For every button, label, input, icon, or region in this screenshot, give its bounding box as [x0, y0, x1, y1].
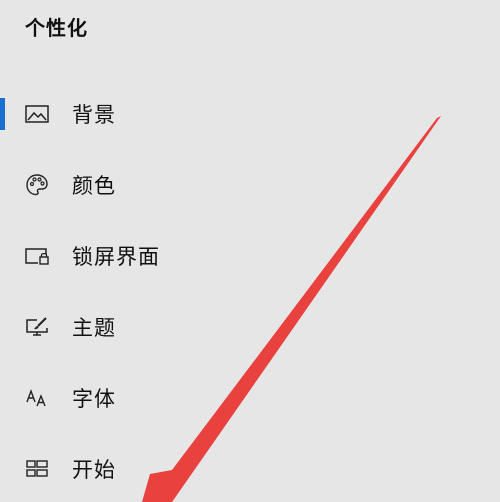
lock-screen-icon [24, 243, 50, 269]
page-title: 个性化 [25, 16, 88, 40]
selection-indicator [0, 240, 5, 272]
font-icon [24, 385, 50, 411]
theme-brush-icon [24, 314, 50, 340]
personalization-nav: 背景 颜色 锁屏界面 主题 字体 开始 [0, 78, 460, 502]
nav-item-lock-screen[interactable]: 锁屏界面 [0, 220, 460, 291]
nav-item-fonts[interactable]: 字体 [0, 362, 460, 433]
palette-icon [24, 172, 50, 198]
selection-indicator [0, 169, 5, 201]
nav-item-label: 字体 [72, 386, 116, 411]
nav-item-label: 主题 [72, 315, 116, 340]
nav-item-label: 背景 [72, 102, 116, 127]
selection-indicator [0, 382, 5, 414]
selection-indicator [0, 98, 5, 130]
selection-indicator [0, 453, 5, 485]
nav-item-label: 开始 [72, 457, 116, 482]
picture-icon [24, 101, 50, 127]
nav-item-label: 颜色 [72, 173, 116, 198]
settings-page: 个性化 背景 颜色 锁屏界面 主题 字体 开始 [0, 0, 500, 502]
nav-item-colors[interactable]: 颜色 [0, 149, 460, 220]
nav-item-label: 锁屏界面 [72, 244, 160, 269]
nav-item-start[interactable]: 开始 [0, 433, 460, 502]
selection-indicator [0, 311, 5, 343]
nav-item-background[interactable]: 背景 [0, 78, 460, 149]
start-tiles-icon [24, 456, 50, 482]
nav-item-themes[interactable]: 主题 [0, 291, 460, 362]
